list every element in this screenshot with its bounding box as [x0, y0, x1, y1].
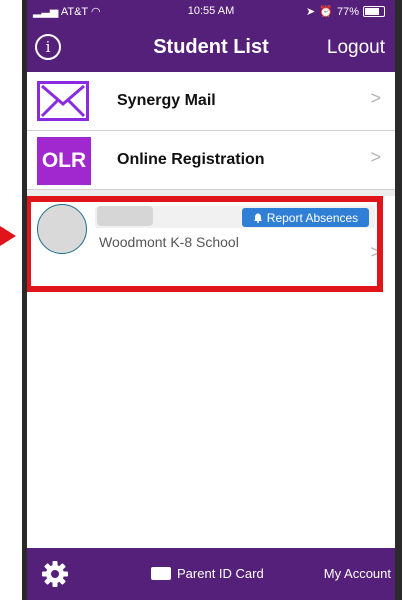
my-account-button[interactable]: My Account: [324, 566, 391, 581]
mail-icon: [37, 81, 89, 121]
synergy-mail-row[interactable]: Synergy Mail >: [27, 72, 395, 131]
settings-gear-icon[interactable]: [41, 560, 69, 588]
id-card-icon: [151, 567, 171, 580]
chevron-right-icon: >: [370, 147, 381, 167]
alarm-icon: ⏰: [319, 6, 333, 18]
navigation-bar: i Student List Logout: [27, 24, 395, 72]
chevron-right-icon: >: [370, 88, 381, 108]
location-icon: ➤: [306, 6, 316, 18]
highlight-box: [27, 196, 383, 292]
battery-icon: [363, 6, 385, 17]
online-registration-label: Online Registration: [117, 151, 265, 168]
pointer-arrow-icon: [0, 226, 16, 246]
olr-icon: OLR: [37, 137, 91, 185]
bottom-tab-bar: Parent ID Card My Account: [27, 548, 395, 600]
battery-percent: 77%: [336, 5, 359, 18]
logout-button[interactable]: Logout: [327, 37, 385, 59]
synergy-mail-label: Synergy Mail: [117, 92, 216, 109]
student-card[interactable]: Report Absences Woodmont K-8 School >: [27, 196, 395, 296]
status-right: ➤ ⏰ 77%: [306, 5, 385, 18]
parent-id-card-label: Parent ID Card: [177, 566, 264, 581]
status-bar: ▂▃▅ AT&T ◠ 10:55 AM ➤ ⏰ 77%: [27, 0, 395, 24]
parent-id-card-button[interactable]: Parent ID Card: [151, 566, 264, 581]
envelope-icon: [40, 84, 86, 118]
phone-screen: ▂▃▅ AT&T ◠ 10:55 AM ➤ ⏰ 77% i Student Li…: [27, 0, 395, 600]
online-registration-row[interactable]: OLR Online Registration >: [27, 131, 395, 190]
